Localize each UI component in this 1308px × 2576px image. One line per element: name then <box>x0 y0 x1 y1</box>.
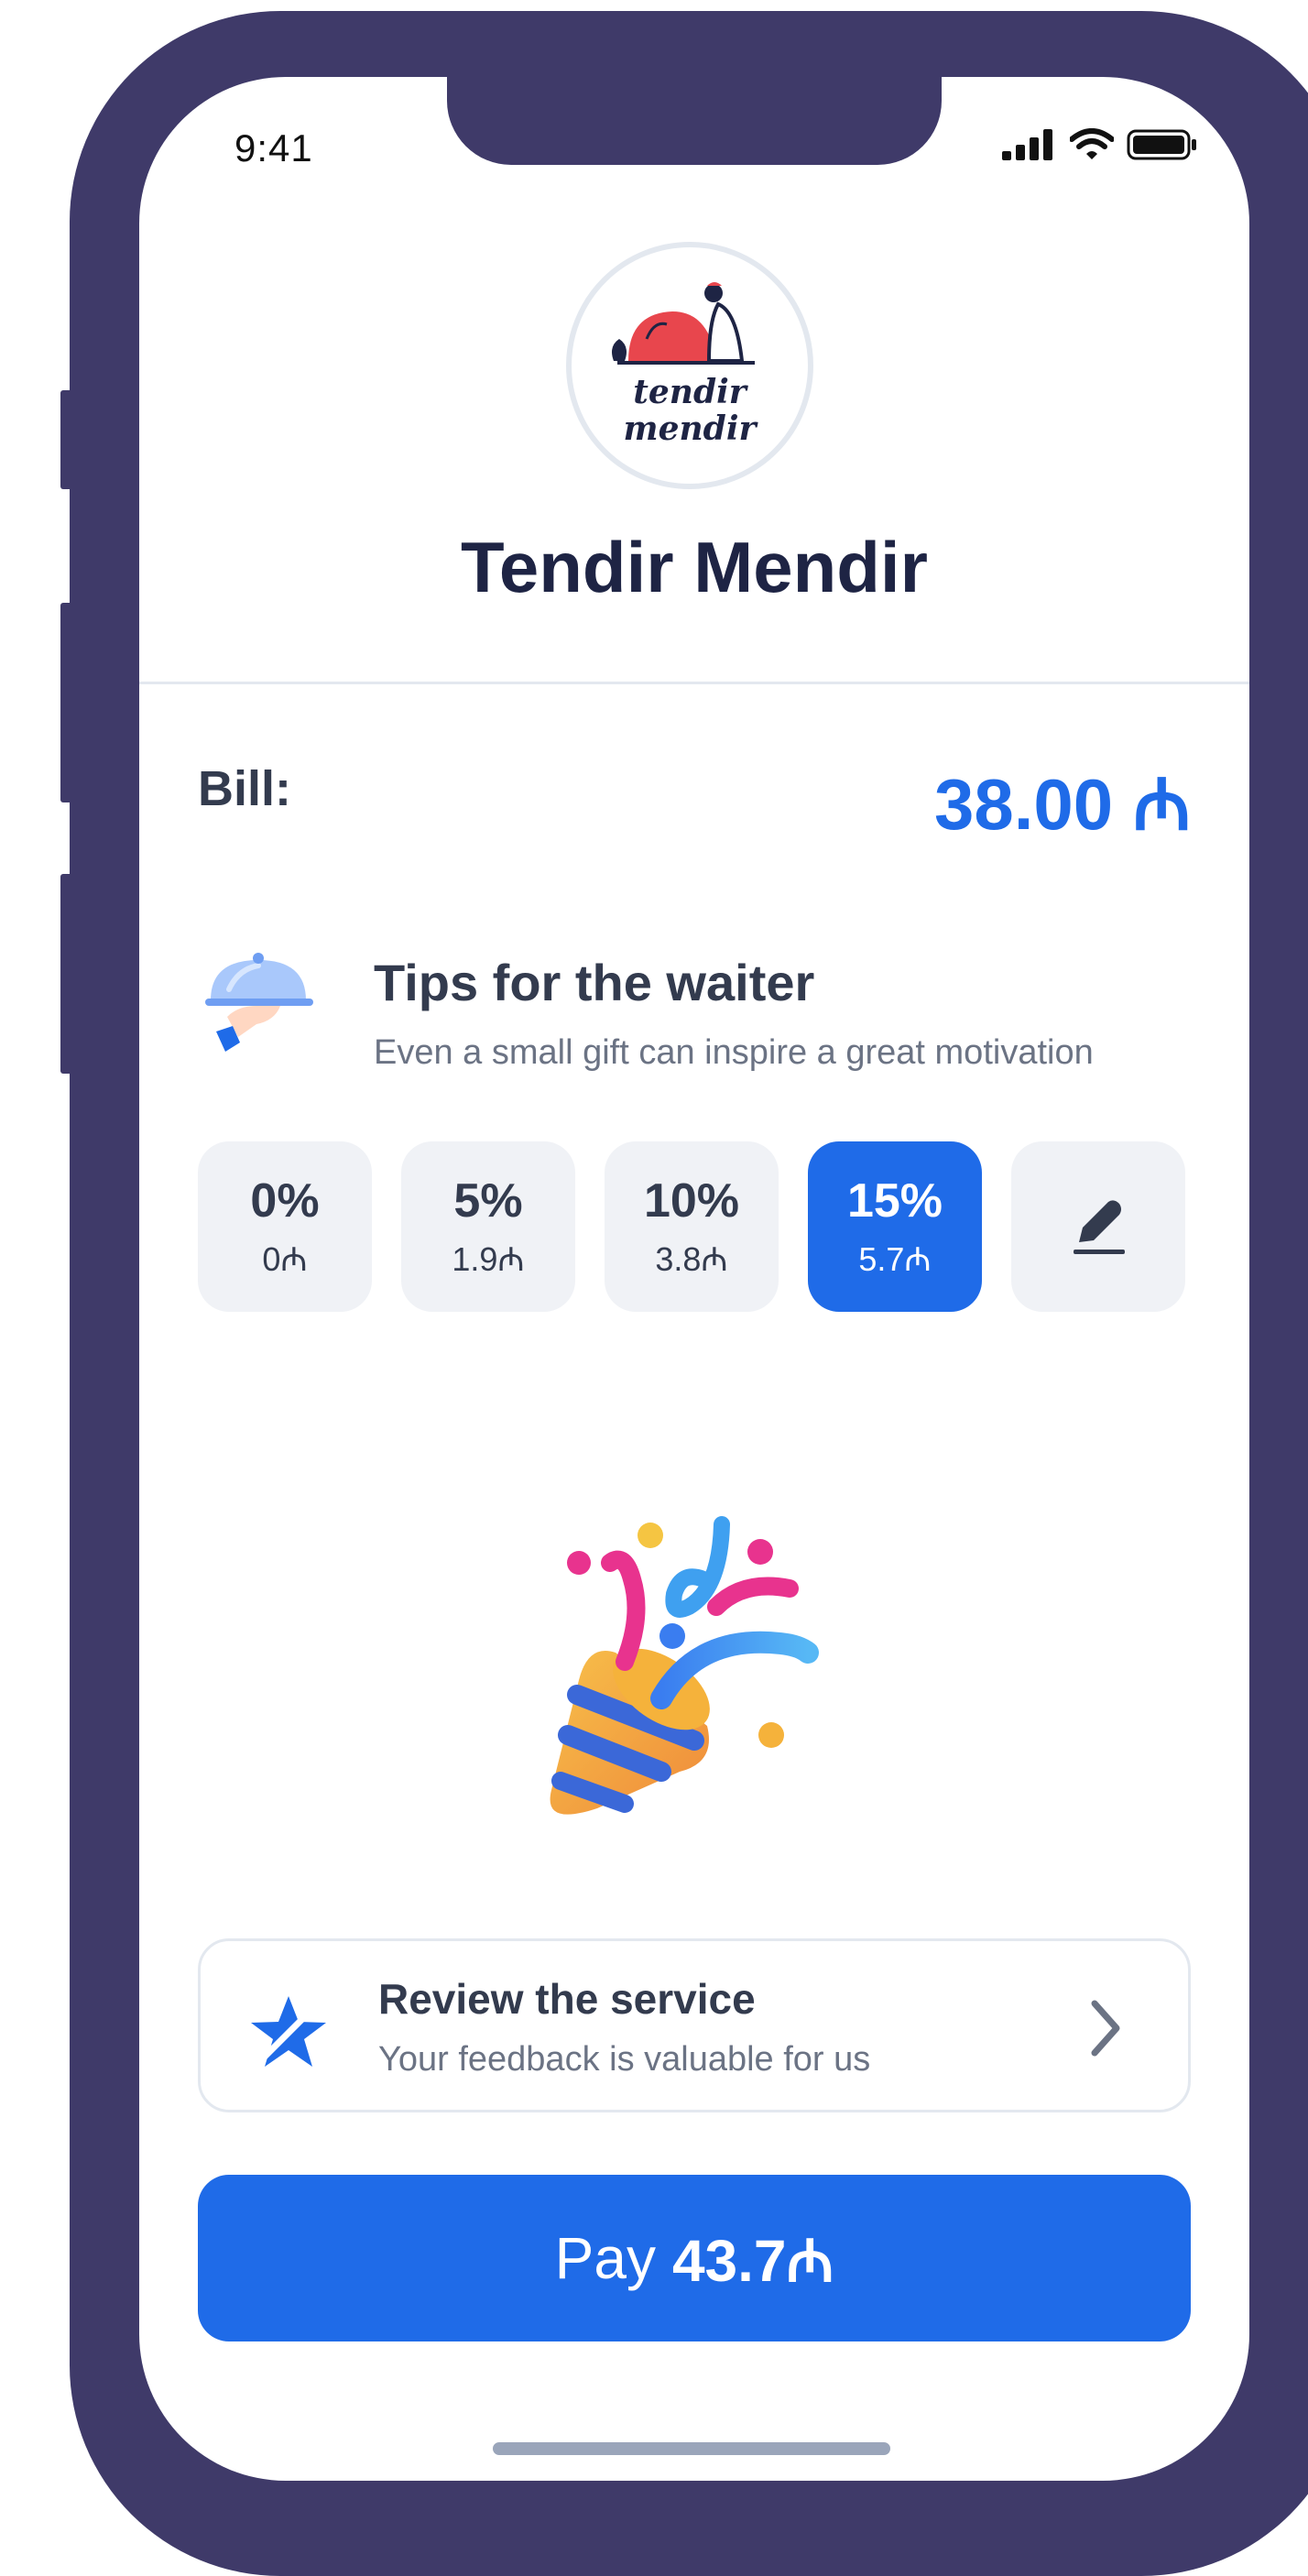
pay-amount: 43.7₼ <box>671 2227 834 2294</box>
pay-label: Pay <box>554 2225 656 2291</box>
logo-text: tendir mendir <box>623 373 757 448</box>
header-divider <box>139 682 1249 684</box>
cloche-icon <box>205 953 313 1052</box>
restaurant-name: Tendir Mendir <box>461 527 928 607</box>
tips-title: Tips for the waiter <box>374 954 815 1011</box>
tip-percent: 5% <box>453 1173 523 1228</box>
tip-amount: 3.8₼ <box>655 1239 728 1278</box>
tip-options: 0% 0₼ 5% 1.9₼ 10% 3.8₼ 15% 5.7₼ <box>198 1141 1185 1312</box>
tip-amount: 0₼ <box>262 1239 308 1278</box>
tandoor-logo-icon <box>612 282 755 365</box>
tip-percent: 15% <box>846 1173 943 1228</box>
review-title: Review the service <box>378 1975 756 2023</box>
phone-screen: 9:41 tendir mendir Tendir Mendir Bill: 3… <box>139 77 1249 2481</box>
pay-button[interactable]: Pay 43.7₼ <box>198 2175 1191 2341</box>
tip-option-5[interactable]: 5% 1.9₼ <box>401 1141 575 1312</box>
battery-icon <box>1127 129 1196 160</box>
pencil-icon <box>1074 1200 1125 1254</box>
tip-option-0[interactable]: 0% 0₼ <box>198 1141 372 1312</box>
signal-icon <box>1002 129 1052 160</box>
tip-percent: 10% <box>643 1173 740 1228</box>
notch <box>447 77 942 165</box>
tip-amount: 5.7₼ <box>858 1239 932 1278</box>
bill-label: Bill: <box>198 761 291 816</box>
party-popper-icon <box>550 1516 819 1815</box>
custom-tip-button[interactable] <box>1011 1141 1185 1312</box>
status-icons <box>1002 128 1198 161</box>
tip-option-10[interactable]: 10% 3.8₼ <box>605 1141 779 1312</box>
review-subtitle: Your feedback is valuable for us <box>378 2040 871 2079</box>
tip-option-15[interactable]: 15% 5.7₼ <box>808 1141 982 1312</box>
home-indicator[interactable] <box>493 2442 890 2455</box>
tips-subtitle: Even a small gift can inspire a great mo… <box>374 1033 1094 1072</box>
star-icon <box>251 1996 326 2067</box>
bill-amount: 38.00 ₼ <box>933 764 1191 845</box>
chevron-right-icon <box>1091 2000 1120 2057</box>
review-service-card[interactable]: Review the service Your feedback is valu… <box>198 1938 1191 2112</box>
tip-amount: 1.9₼ <box>452 1239 525 1278</box>
tip-percent: 0% <box>250 1173 320 1228</box>
status-time: 9:41 <box>234 126 313 169</box>
restaurant-logo: tendir mendir <box>566 242 813 489</box>
wifi-icon <box>1070 128 1114 159</box>
